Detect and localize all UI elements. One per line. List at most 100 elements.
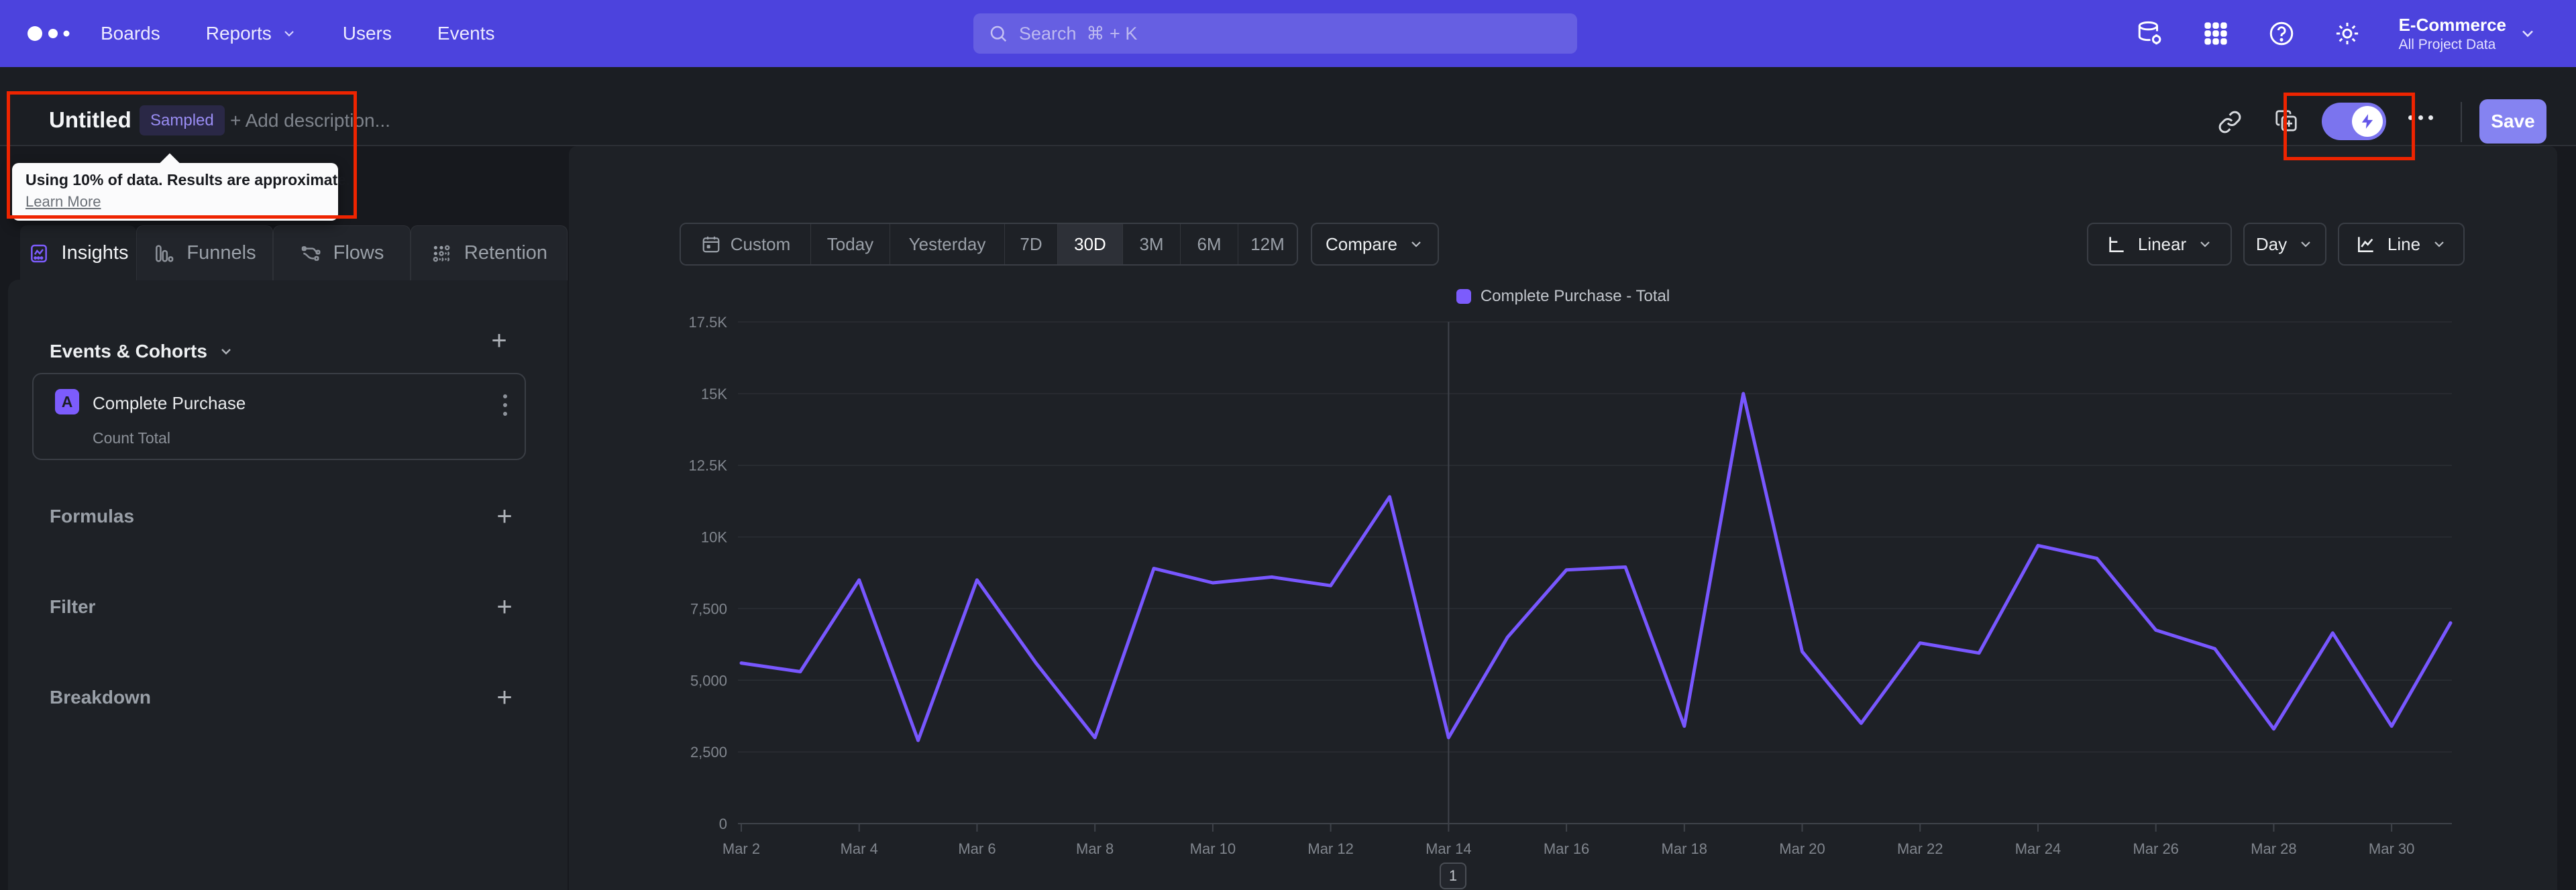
nav-item-events[interactable]: Events [437,23,495,44]
range-label: 7D [1020,233,1042,254]
tab-retention[interactable]: Retention [411,225,568,280]
chevron-down-icon [2522,30,2533,38]
add-formulas-button[interactable]: + [490,502,519,531]
global-search[interactable] [973,13,1577,54]
x-axis-label: Mar 30 [2369,840,2414,857]
legend-label: Complete Purchase - Total [1480,287,1670,305]
x-axis-label: Mar 14 [1426,840,1471,857]
scale-label: Linear [2137,233,2187,254]
chevron-down-icon [284,31,294,37]
titlebar-divider [2461,102,2462,142]
nav-item-label: Users [342,23,392,44]
range-button-today[interactable]: Today [810,224,890,264]
calendar-icon [702,236,720,253]
report-tabs: Insights Funnels Flows Retention [20,225,568,280]
settings-gear-icon[interactable] [2333,19,2361,48]
chevron-down-icon [2434,241,2444,247]
add-event-button[interactable]: + [484,326,514,355]
range-button-custom[interactable]: Custom [681,224,810,264]
tab-label: Funnels [186,242,256,264]
navbar-menu: Boards Reports Users Events [101,0,495,67]
range-button-30d[interactable]: 30D [1057,224,1122,264]
range-label: 30D [1074,233,1106,254]
project-scope: All Project Data [2398,36,2496,52]
funnels-icon [153,243,174,264]
flows-icon [300,243,321,264]
nav-item-label: Events [437,23,495,44]
report-title[interactable]: Untitled [49,107,131,133]
series-complete-purchase-total[interactable] [739,392,2453,742]
section-filter: Filter + [50,590,519,624]
tab-label: Flows [333,242,384,264]
compare-dropdown[interactable]: Compare [1311,223,1439,266]
x-axis-label: Mar 6 [958,840,996,857]
sampled-badge[interactable]: Sampled [140,105,225,135]
y-axis-label: 7,500 [690,600,727,617]
chart-legend[interactable]: Complete Purchase - Total [569,287,2557,306]
events-cohorts-header[interactable]: Events & Cohorts [50,341,234,362]
retention-icon [431,243,452,264]
add-breakdown-button[interactable]: + [490,683,519,712]
chevron-down-icon [221,349,231,355]
tab-insights[interactable]: Insights [20,225,136,280]
project-selector[interactable]: E-Commerce All Project Data [2399,14,2537,53]
tab-label: Retention [464,242,548,264]
event-card[interactable]: A Complete Purchase Count Total [32,373,526,460]
range-button-12m[interactable]: 12M [1238,224,1297,264]
legend-swatch [1456,289,1471,304]
section-label: Formulas [50,506,135,526]
linear-scale-icon [2109,237,2124,252]
insights-icon [28,243,50,264]
tab-flows[interactable]: Flows [273,225,411,280]
sampling-toggle-knob [2352,106,2383,137]
query-builder-panel [8,280,568,890]
nav-item-label: Reports [205,23,272,44]
add-filter-button[interactable]: + [490,592,519,622]
interval-dropdown[interactable]: Day [2243,223,2326,266]
range-label: 12M [1250,233,1285,254]
mixpanel-logo-icon[interactable] [25,19,79,48]
pagination-page-1[interactable]: 1 [1440,863,1466,889]
help-icon[interactable] [2267,19,2296,48]
nav-item-reports[interactable]: Reports [206,23,297,44]
chevron-down-icon [2301,241,2310,247]
x-axis-label: Mar 24 [2015,840,2061,857]
x-axis-label: Mar 10 [1190,840,1236,857]
x-axis-label: Mar 8 [1076,840,1114,857]
sampling-tooltip: Using 10% of data. Results are approxima… [12,163,350,221]
lightning-bolt-icon [2361,114,2373,129]
range-button-6m[interactable]: 6M [1180,224,1238,264]
range-button-yesterday[interactable]: Yesterday [890,224,1004,264]
range-button-7d[interactable]: 7D [1004,224,1057,264]
add-description-button[interactable]: + Add description... [230,110,390,131]
chart-type-dropdown[interactable]: Line [2338,223,2465,266]
sampling-toggle[interactable] [2322,103,2386,140]
search-input[interactable] [1019,23,1562,44]
apps-grid-icon[interactable] [2202,19,2230,48]
nav-item-users[interactable]: Users [343,23,392,44]
tab-funnels[interactable]: Funnels [136,225,273,280]
nav-item-label: Boards [101,23,160,44]
y-axis-label: 17.5K [689,314,728,331]
scale-dropdown[interactable]: Linear [2087,223,2232,266]
chart-type-label: Line [2387,233,2421,254]
event-series-letter: A [55,389,79,414]
event-metric[interactable]: Count Total [93,429,170,447]
nav-item-boards[interactable]: Boards [101,23,160,44]
x-axis-label: Mar 4 [841,840,878,857]
event-kebab-menu[interactable] [503,394,507,416]
add-to-board-icon[interactable] [2274,109,2298,133]
database-gear-icon[interactable] [2136,19,2164,48]
line-chart-icon [2357,237,2373,252]
save-button[interactable]: Save [2479,99,2546,144]
range-button-3m[interactable]: 3M [1122,224,1180,264]
copy-link-icon[interactable] [2218,110,2242,134]
x-axis-label: Mar 28 [2251,840,2296,857]
events-cohorts-label: Events & Cohorts [50,341,207,361]
section-label: Filter [50,596,96,617]
learn-more-link[interactable]: Learn More [25,193,101,211]
chevron-down-icon [1411,241,1421,247]
y-axis-label: 12.5K [689,457,728,474]
more-options-button[interactable] [2408,115,2438,120]
section-formulas: Formulas + [50,500,519,533]
